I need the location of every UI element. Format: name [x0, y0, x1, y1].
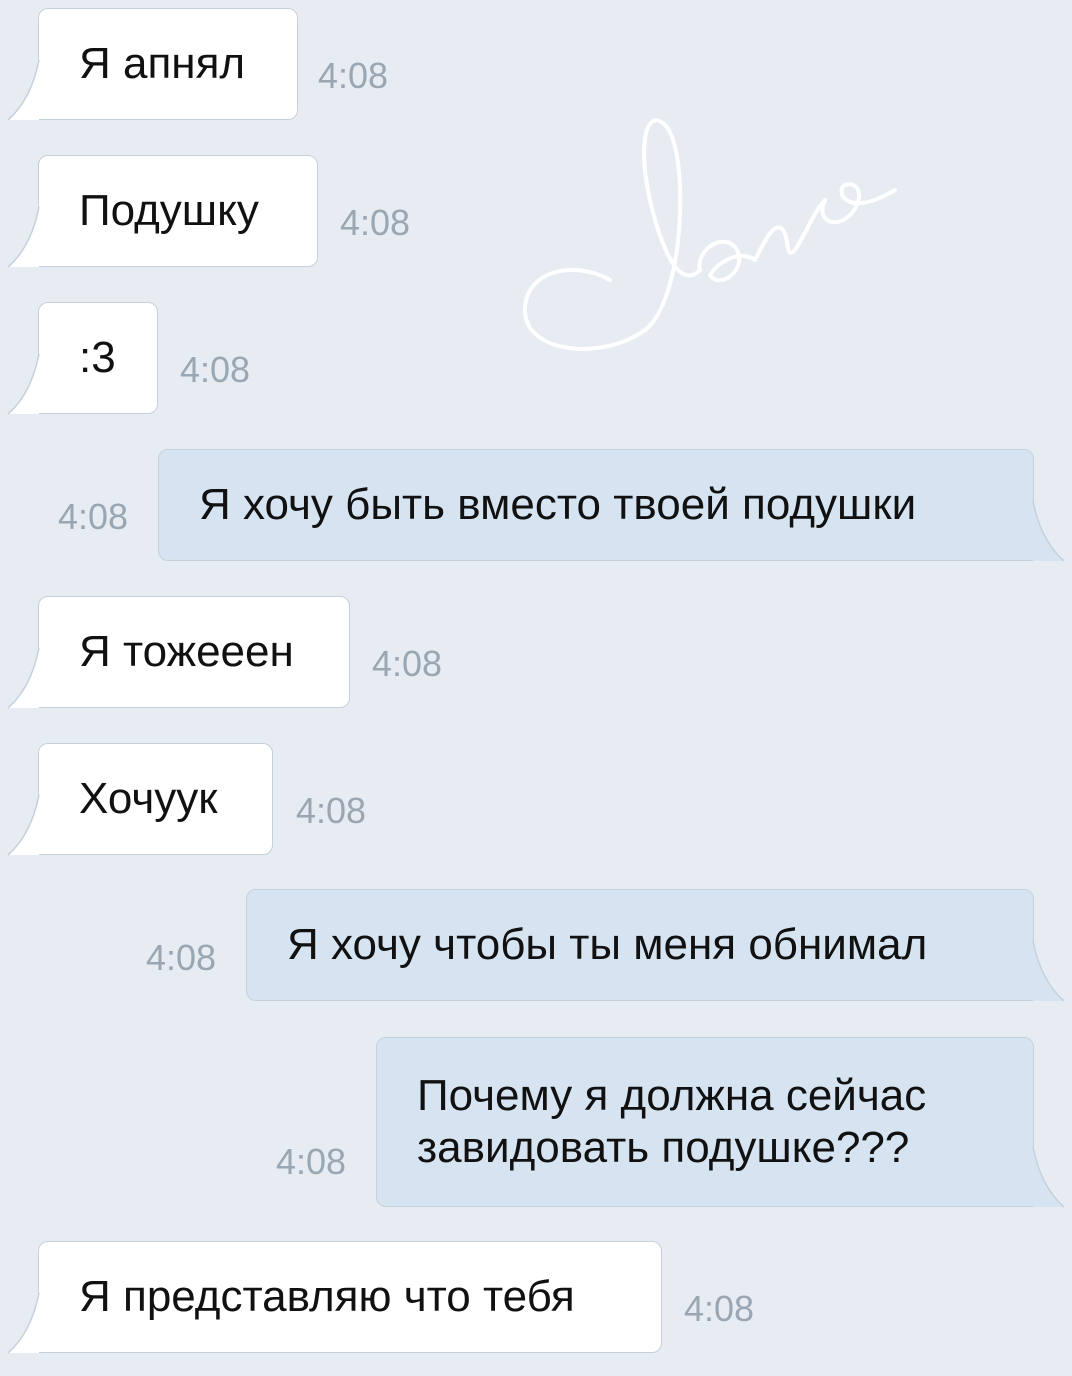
message-text: Почему я должна сейчас завидовать подушк… [417, 1071, 927, 1172]
bubble-tail [7, 1292, 40, 1354]
message-bubble[interactable]: Подушку [38, 155, 318, 267]
message-bubble[interactable]: Я апнял [38, 8, 298, 120]
chat-thread[interactable]: Я апнял 4:08 Подушку 4:08 :3 4:08 4:08 Я… [0, 0, 1072, 1376]
message-bubble[interactable]: Почему я должна сейчас завидовать подушк… [376, 1037, 1034, 1207]
message-text: Хочуук [79, 774, 218, 823]
message-bubble[interactable]: Я хочу чтобы ты меня обнимал [246, 889, 1034, 1001]
message-bubble[interactable]: :3 [38, 302, 158, 414]
message-time: 4:08 [296, 790, 367, 831]
message-text: Я хочу чтобы ты меня обнимал [287, 920, 928, 969]
bubble-tail [7, 794, 40, 856]
message-time: 4:08 [684, 1288, 755, 1329]
message-text: Я хочу быть вместо твоей подушки [199, 480, 917, 529]
bubble-tail [1032, 940, 1065, 1002]
message-text: Я апнял [79, 39, 246, 88]
bubble-tail [1032, 500, 1065, 562]
bubble-tail [1032, 1146, 1065, 1208]
message-bubble[interactable]: Я тожееен [38, 596, 350, 708]
message-time: 4:08 [276, 1141, 347, 1182]
message-text: :3 [79, 333, 116, 382]
message-bubble[interactable]: Хочуук [38, 743, 273, 855]
message-time: 4:08 [340, 202, 411, 243]
message-text: Подушку [79, 186, 259, 235]
love-script-decoration [522, 118, 897, 351]
message-text: Я тожееен [79, 627, 294, 676]
message-bubble[interactable]: Я хочу быть вместо твоей подушки [158, 449, 1034, 561]
message-time: 4:08 [372, 643, 443, 684]
message-time: 4:08 [180, 349, 251, 390]
bubble-tail [7, 353, 40, 415]
message-time: 4:08 [58, 496, 129, 537]
bubble-tail [7, 647, 40, 709]
message-time: 4:08 [318, 55, 389, 96]
message-text: Я представляю что тебя [79, 1272, 575, 1321]
bubble-tail [7, 59, 40, 121]
message-time: 4:08 [146, 937, 217, 978]
bubble-tail [7, 206, 40, 268]
message-bubble[interactable]: Я представляю что тебя [38, 1241, 662, 1353]
